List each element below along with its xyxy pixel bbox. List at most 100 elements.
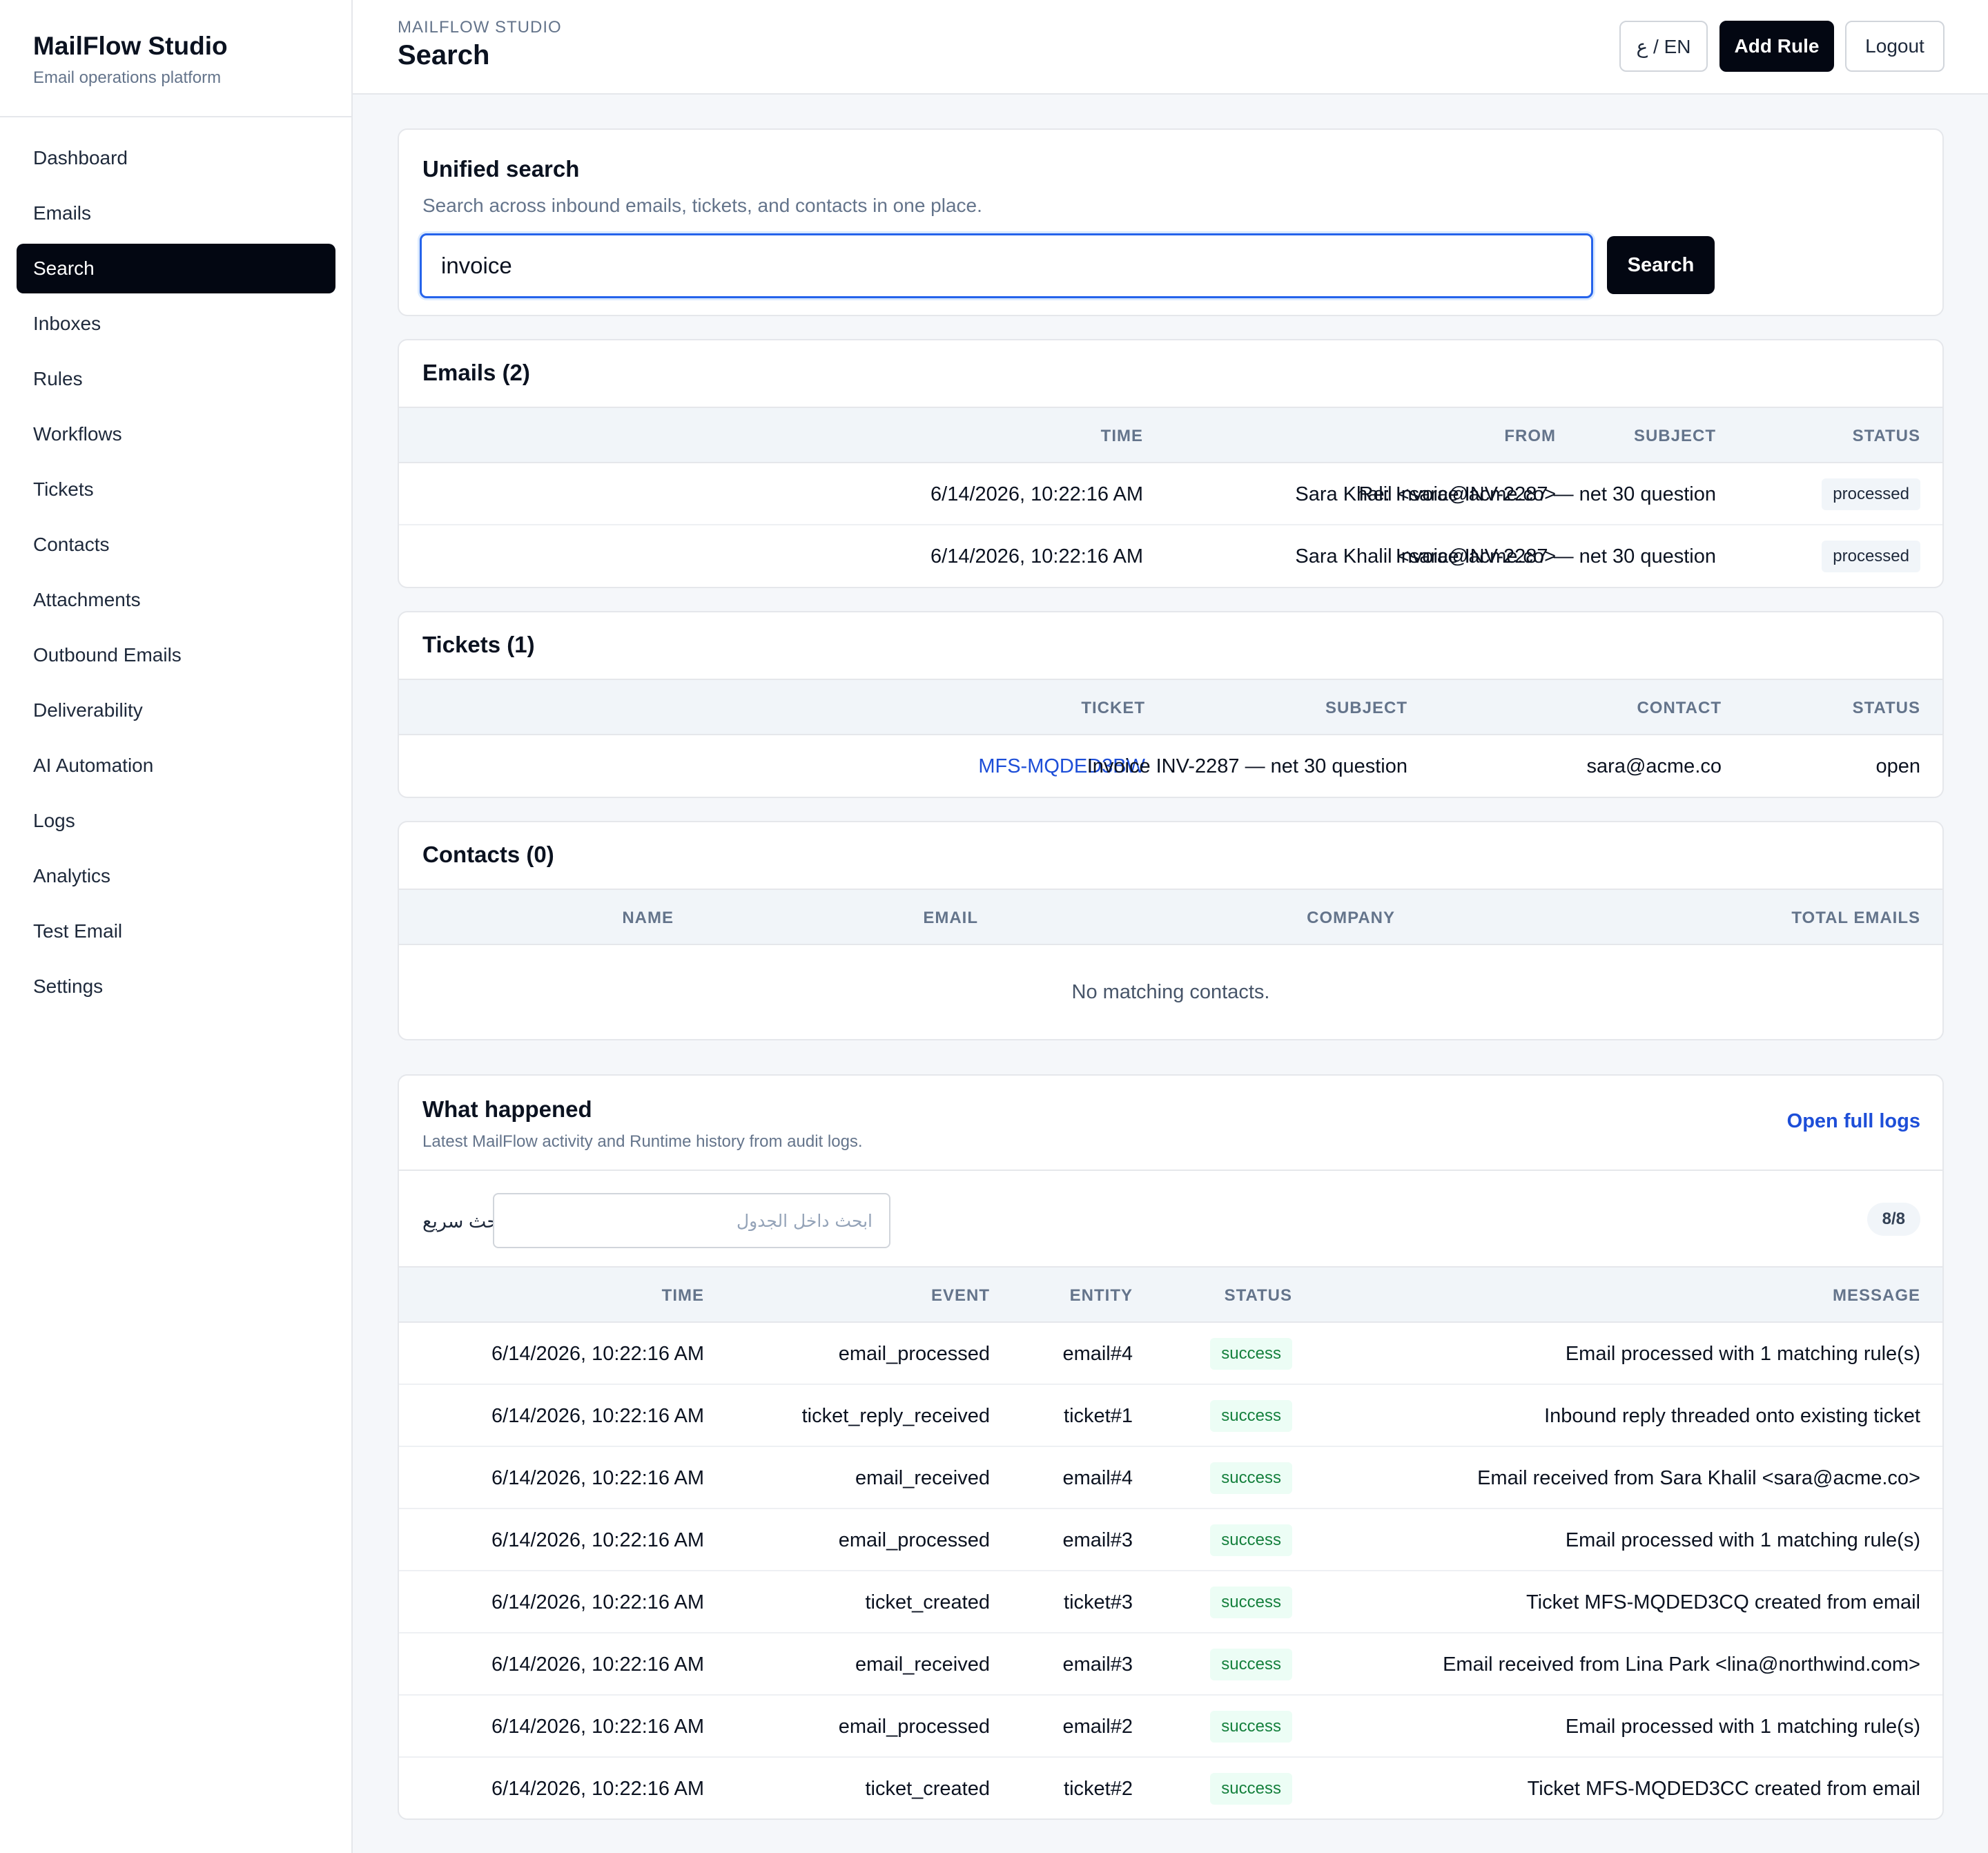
sidebar-item-search[interactable]: Search: [17, 244, 335, 293]
column-header-ticket: TICKET: [1081, 699, 1145, 717]
table-row[interactable]: 6/14/2026, 10:22:16 AM Sara Khalil <sara…: [399, 463, 1942, 525]
status-badge: success: [1210, 1462, 1292, 1494]
sidebar-item-settings[interactable]: Settings: [17, 962, 335, 1011]
status-badge: processed: [1822, 541, 1920, 572]
brand-title: MailFlow Studio: [33, 32, 228, 60]
status-badge: success: [1210, 1587, 1292, 1618]
activity-log-card: What happened Latest MailFlow activity a…: [398, 1074, 1944, 1820]
column-header-status: STATUS: [1852, 427, 1920, 445]
table-row[interactable]: MFS-MQDED3BW Invoice INV-2287 — net 30 q…: [399, 735, 1942, 797]
column-header-time: TIME: [661, 1286, 704, 1305]
brand: MailFlow Studio Email operations platfor…: [0, 0, 351, 117]
sidebar-item-workflows[interactable]: Workflows: [17, 409, 335, 459]
log-time: 6/14/2026, 10:22:16 AM: [491, 1715, 704, 1738]
logout-button[interactable]: Logout: [1845, 21, 1945, 72]
sidebar-item-analytics[interactable]: Analytics: [17, 851, 335, 901]
sidebar-item-outbound-emails[interactable]: Outbound Emails: [17, 630, 335, 680]
log-event: email_processed: [838, 1715, 990, 1738]
language-toggle-button[interactable]: ع / EN: [1619, 21, 1708, 72]
table-row[interactable]: 6/14/2026, 10:22:16 AM Sara Khalil <sara…: [399, 525, 1942, 587]
empty-state-message: No matching contacts.: [1071, 981, 1270, 1003]
column-header-email: EMAIL: [923, 909, 978, 927]
log-message: Email processed with 1 matching rule(s): [1565, 1715, 1920, 1738]
log-message: Inbound reply threaded onto existing tic…: [1544, 1404, 1920, 1427]
column-header-event: EVENT: [930, 1286, 990, 1305]
sidebar-item-rules[interactable]: Rules: [17, 354, 335, 404]
status-badge: success: [1210, 1773, 1292, 1805]
divider: [399, 1170, 1942, 1171]
sidebar-item-test-email[interactable]: Test Email: [17, 906, 335, 956]
contacts-results-card: Contacts (0) NAME EMAIL COMPANY TOTAL EM…: [398, 821, 1944, 1040]
brand-subtitle: Email operations platform: [33, 68, 222, 87]
table-row[interactable]: 6/14/2026, 10:22:16 AM ticket_reply_rece…: [399, 1385, 1942, 1447]
log-time: 6/14/2026, 10:22:16 AM: [491, 1342, 704, 1365]
log-entity: ticket#3: [1064, 1591, 1133, 1613]
header-eyebrow: MAILFLOW STUDIO: [398, 18, 562, 37]
search-button[interactable]: Search: [1607, 236, 1715, 294]
add-rule-button[interactable]: Add Rule: [1719, 21, 1834, 72]
log-message: Email received from Lina Park <lina@nort…: [1443, 1653, 1920, 1676]
column-header-name: NAME: [622, 909, 674, 927]
column-header-from: FROM: [1504, 427, 1556, 445]
tickets-results-card: Tickets (1) TICKET SUBJECT CONTACT STATU…: [398, 611, 1944, 798]
email-subject: Invoice INV-2287 — net 30 question: [1395, 545, 1716, 567]
open-full-logs-link[interactable]: Open full logs: [1787, 1110, 1920, 1133]
sidebar-item-attachments[interactable]: Attachments: [17, 575, 335, 625]
table-row[interactable]: 6/14/2026, 10:22:16 AM email_processed e…: [399, 1509, 1942, 1571]
status-badge: success: [1210, 1649, 1292, 1680]
sidebar-item-inboxes[interactable]: Inboxes: [17, 299, 335, 349]
log-entity: email#3: [1062, 1653, 1133, 1676]
sidebar-item-deliverability[interactable]: Deliverability: [17, 686, 335, 735]
quick-search-input[interactable]: [493, 1193, 890, 1248]
log-message: Ticket MFS-MQDED3CC created from email: [1527, 1777, 1920, 1800]
log-message: Ticket MFS-MQDED3CQ created from email: [1526, 1591, 1920, 1613]
emails-table-header: TIME FROM SUBJECT STATUS: [399, 407, 1942, 463]
table-row[interactable]: 6/14/2026, 10:22:16 AM email_received em…: [399, 1447, 1942, 1509]
email-time: 6/14/2026, 10:22:16 AM: [930, 483, 1143, 505]
ticket-subject: Invoice INV-2287 — net 30 question: [1086, 755, 1407, 777]
status-badge: success: [1210, 1338, 1292, 1370]
top-header: MAILFLOW STUDIO Search ع / EN Add Rule L…: [353, 0, 1988, 95]
log-time: 6/14/2026, 10:22:16 AM: [491, 1529, 704, 1551]
sidebar-item-tickets[interactable]: Tickets: [17, 465, 335, 514]
table-row[interactable]: 6/14/2026, 10:22:16 AM ticket_created ti…: [399, 1571, 1942, 1633]
sidebar-item-contacts[interactable]: Contacts: [17, 520, 335, 570]
table-row[interactable]: 6/14/2026, 10:22:16 AM email_processed e…: [399, 1696, 1942, 1758]
log-time: 6/14/2026, 10:22:16 AM: [491, 1591, 704, 1613]
log-event: email_processed: [838, 1529, 990, 1551]
tickets-section-title: Tickets (1): [422, 632, 535, 657]
log-entity: email#4: [1062, 1342, 1133, 1365]
column-header-status: STATUS: [1852, 699, 1920, 717]
contacts-table-header: NAME EMAIL COMPANY TOTAL EMAILS: [399, 889, 1942, 945]
column-header-subject: SUBJECT: [1633, 427, 1716, 445]
sidebar-item-logs[interactable]: Logs: [17, 796, 335, 846]
log-time: 6/14/2026, 10:22:16 AM: [491, 1777, 704, 1800]
search-input[interactable]: [420, 233, 1593, 298]
row-count-badge: 8/8: [1867, 1203, 1920, 1236]
emails-section-title: Emails (2): [422, 360, 530, 385]
log-message: Email processed with 1 matching rule(s): [1565, 1342, 1920, 1365]
log-time: 6/14/2026, 10:22:16 AM: [491, 1466, 704, 1489]
log-entity: email#4: [1062, 1466, 1133, 1489]
status-badge: success: [1210, 1400, 1292, 1432]
table-row[interactable]: 6/14/2026, 10:22:16 AM email_received em…: [399, 1633, 1942, 1696]
email-subject: Re: Invoice INV-2287 — net 30 question: [1358, 483, 1716, 505]
log-event: ticket_created: [865, 1777, 990, 1800]
log-event: email_received: [855, 1466, 990, 1489]
status-badge: success: [1210, 1711, 1292, 1743]
table-row[interactable]: 6/14/2026, 10:22:16 AM ticket_created ti…: [399, 1758, 1942, 1818]
log-entity: email#3: [1062, 1529, 1133, 1551]
quick-search-label: بحث سريع: [422, 1211, 505, 1232]
log-entity: email#2: [1062, 1715, 1133, 1738]
log-event: ticket_created: [865, 1591, 990, 1613]
table-row[interactable]: 6/14/2026, 10:22:16 AM email_processed e…: [399, 1323, 1942, 1385]
emails-results-card: Emails (2) TIME FROM SUBJECT STATUS 6/14…: [398, 339, 1944, 588]
sidebar-item-emails[interactable]: Emails: [17, 188, 335, 238]
sidebar-item-dashboard[interactable]: Dashboard: [17, 133, 335, 183]
activity-subtitle: Latest MailFlow activity and Runtime his…: [422, 1132, 863, 1151]
log-message: Email received from Sara Khalil <sara@ac…: [1477, 1466, 1920, 1489]
contacts-section-title: Contacts (0): [422, 842, 554, 867]
ticket-contact: sara@acme.co: [1586, 755, 1722, 777]
sidebar-item-ai-automation[interactable]: AI Automation: [17, 741, 335, 790]
status-badge: success: [1210, 1524, 1292, 1556]
